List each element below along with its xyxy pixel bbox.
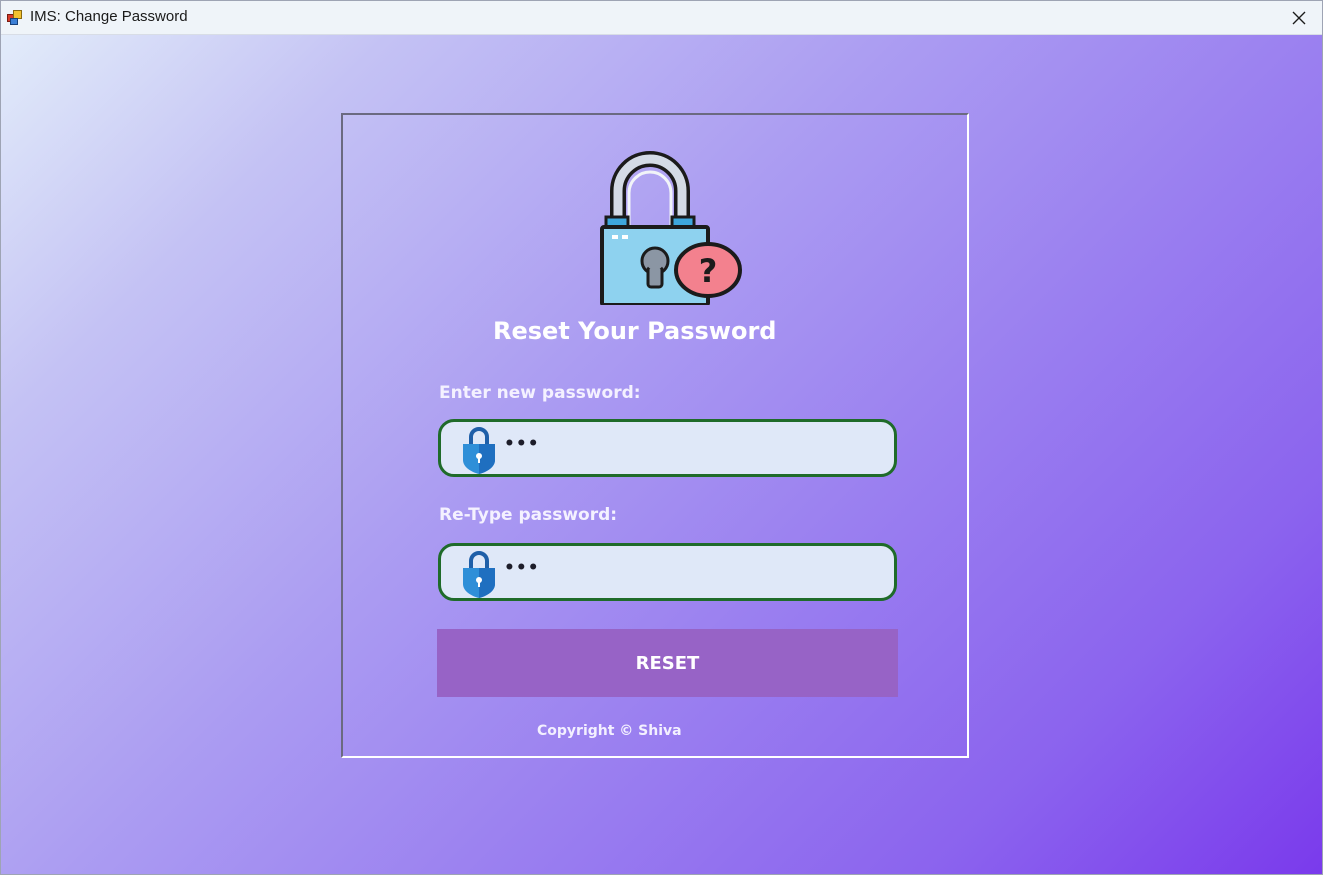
forms-app-icon [7, 10, 22, 25]
padlock-question-icon: ? [600, 151, 742, 305]
close-button[interactable] [1276, 1, 1322, 34]
title-bar[interactable]: IMS: Change Password [1, 1, 1322, 35]
new-password-value: ••• [504, 434, 540, 454]
reset-button[interactable]: RESET [437, 629, 898, 697]
reset-button-label: RESET [635, 652, 700, 674]
close-icon [1292, 11, 1306, 24]
retype-password-field[interactable]: ••• [438, 543, 897, 601]
svg-text:?: ? [699, 252, 718, 290]
window-title: IMS: Change Password [30, 8, 188, 25]
retype-password-label: Re-Type password: [439, 505, 618, 525]
retype-password-value: ••• [504, 558, 540, 578]
copyright-text: Copyright © Shiva [537, 723, 682, 739]
change-password-window: IMS: Change Password ? Reset Your Passwo… [0, 0, 1323, 875]
new-password-label: Enter new password: [439, 383, 641, 403]
page-title: Reset Your Password [493, 317, 777, 345]
shield-lock-icon [463, 551, 495, 598]
new-password-field[interactable]: ••• [438, 419, 897, 477]
reset-password-panel: ? Reset Your Password Enter new password… [341, 113, 969, 758]
shield-lock-icon [463, 427, 495, 474]
window-client-area: ? Reset Your Password Enter new password… [1, 35, 1322, 874]
